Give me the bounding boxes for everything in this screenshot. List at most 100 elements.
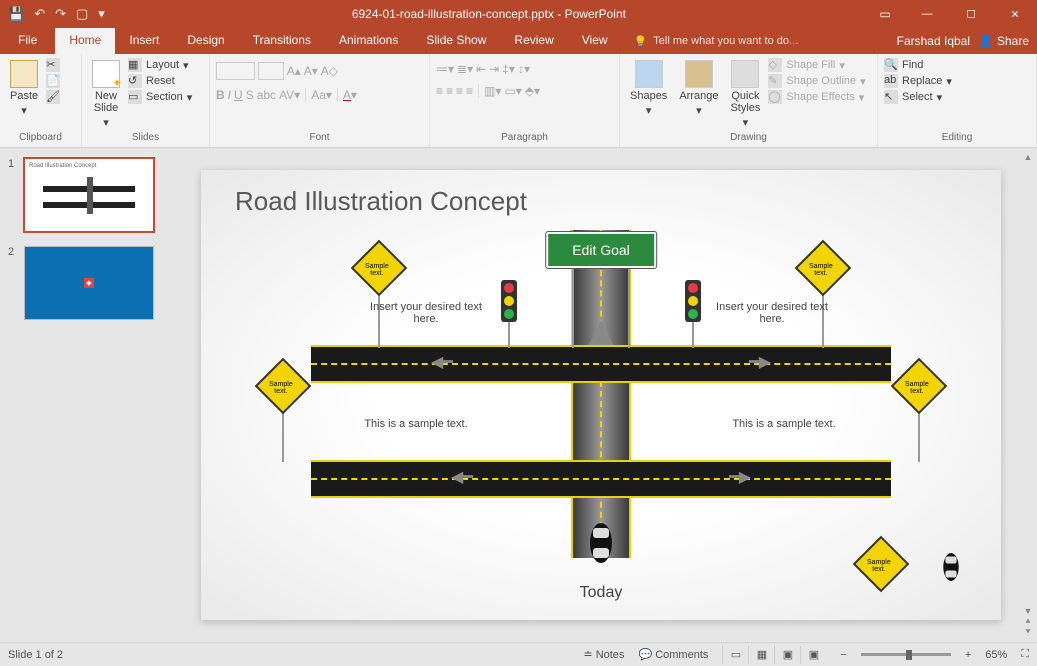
user-name[interactable]: Farshad Iqbal bbox=[897, 34, 970, 48]
tell-me-search[interactable]: 💡 Tell me what you want to do... bbox=[622, 28, 889, 54]
section-button[interactable]: ▭Section▾ bbox=[128, 90, 192, 104]
layout-button[interactable]: ▦Layout▾ bbox=[128, 58, 192, 72]
increase-font-icon[interactable]: A▴ bbox=[287, 64, 301, 78]
align-center-button[interactable]: ≡ bbox=[446, 84, 453, 98]
maximize-button[interactable]: ☐ bbox=[949, 8, 993, 21]
diamond-sign-mid-right[interactable]: Sample text. bbox=[891, 358, 948, 415]
font-color-button[interactable]: A▾ bbox=[343, 88, 357, 102]
justify-button[interactable]: ≡ bbox=[466, 84, 473, 98]
notes-button[interactable]: ≐ Notes bbox=[583, 648, 624, 661]
numbering-button[interactable]: ≣▾ bbox=[457, 62, 473, 76]
car-main[interactable] bbox=[587, 520, 615, 566]
save-icon[interactable]: 💾 bbox=[8, 6, 24, 22]
bullets-button[interactable]: ≔▾ bbox=[436, 62, 454, 76]
font-size-dropdown[interactable] bbox=[258, 62, 283, 80]
slide-thumbnail-1[interactable]: Road Illustration Concept bbox=[24, 158, 154, 232]
tab-review[interactable]: Review bbox=[500, 28, 567, 54]
decrease-font-icon[interactable]: A▾ bbox=[304, 64, 318, 78]
find-button[interactable]: 🔍Find bbox=[884, 58, 952, 72]
indent-left-button[interactable]: ⇤ bbox=[476, 62, 486, 76]
today-label[interactable]: Today bbox=[580, 584, 623, 602]
comments-button[interactable]: 💬 Comments bbox=[638, 648, 708, 661]
select-button[interactable]: ↖Select▾ bbox=[884, 90, 952, 104]
slide-text-bot-right[interactable]: This is a sample text. bbox=[709, 418, 859, 430]
vertical-scrollbar[interactable]: ▲ ▼ ⯅ ⯆ bbox=[1019, 148, 1037, 642]
new-slide-button[interactable]: ✦ New Slide▾ bbox=[88, 58, 124, 131]
goal-sign[interactable]: Edit Goal bbox=[546, 232, 656, 268]
redo-icon[interactable]: ↷ bbox=[55, 6, 66, 22]
spacing-button[interactable]: AV▾ bbox=[279, 88, 300, 102]
clear-format-icon[interactable]: A◇ bbox=[321, 64, 338, 78]
copy-button[interactable]: 📄 bbox=[46, 74, 60, 88]
tab-design[interactable]: Design bbox=[173, 28, 238, 54]
minimize-button[interactable]: — bbox=[905, 8, 949, 21]
diamond-sign-mid-left[interactable]: Sample text. bbox=[255, 358, 312, 415]
reading-view-button[interactable]: ▣ bbox=[774, 646, 800, 664]
italic-button[interactable]: I bbox=[228, 88, 231, 102]
undo-icon[interactable]: ↶ bbox=[34, 6, 45, 22]
road-lower[interactable] bbox=[311, 460, 891, 498]
slide-canvas[interactable]: Road Illustration Concept ◀━ ━▶ ◀━ ━▶ Ed… bbox=[201, 170, 1001, 620]
zoom-in-button[interactable]: + bbox=[965, 649, 971, 661]
reset-button[interactable]: ↺Reset bbox=[128, 74, 192, 88]
smartart-button[interactable]: ⬘▾ bbox=[525, 84, 540, 98]
zoom-slider[interactable] bbox=[861, 653, 951, 656]
qat-dropdown-icon[interactable]: ▾ bbox=[98, 6, 105, 22]
tab-insert[interactable]: Insert bbox=[115, 28, 173, 54]
align-left-button[interactable]: ≡ bbox=[436, 84, 443, 98]
car-legend[interactable] bbox=[941, 551, 961, 583]
arrange-button[interactable]: Arrange▾ bbox=[675, 58, 722, 119]
prev-slide-icon[interactable]: ⯅ bbox=[1024, 616, 1031, 627]
normal-view-button[interactable]: ▭ bbox=[722, 646, 748, 664]
line-spacing-button[interactable]: ‡▾ bbox=[502, 62, 515, 76]
slide-text-top-right[interactable]: Insert your desired text here. bbox=[707, 301, 837, 325]
zoom-level[interactable]: 65% bbox=[985, 649, 1007, 661]
tab-view[interactable]: View bbox=[568, 28, 622, 54]
align-right-button[interactable]: ≡ bbox=[456, 84, 463, 98]
shapes-button[interactable]: Shapes▾ bbox=[626, 58, 671, 119]
diamond-sign-top-right[interactable]: Sample text. bbox=[795, 240, 852, 297]
road-upper[interactable] bbox=[311, 345, 891, 383]
road-vertical[interactable] bbox=[571, 230, 631, 558]
format-painter-button[interactable]: 🖌 bbox=[46, 90, 60, 104]
slide-title[interactable]: Road Illustration Concept bbox=[235, 186, 527, 217]
shadow-button[interactable]: abc bbox=[257, 88, 276, 102]
close-button[interactable]: ✕ bbox=[993, 8, 1037, 21]
fit-to-window-button[interactable]: ⛶ bbox=[1021, 648, 1029, 661]
slide-text-top-left[interactable]: Insert your desired text here. bbox=[361, 301, 491, 325]
shape-outline-button[interactable]: ✎Shape Outline▾ bbox=[768, 74, 865, 88]
underline-button[interactable]: U bbox=[234, 88, 243, 102]
align-text-button[interactable]: ▭▾ bbox=[504, 84, 521, 98]
replace-button[interactable]: abReplace▾ bbox=[884, 74, 952, 88]
shape-fill-button[interactable]: ◇Shape Fill▾ bbox=[768, 58, 865, 72]
bold-button[interactable]: B bbox=[216, 88, 225, 102]
tab-animations[interactable]: Animations bbox=[325, 28, 412, 54]
scroll-up-icon[interactable]: ▲ bbox=[1024, 152, 1033, 162]
text-direction-button[interactable]: ↕▾ bbox=[518, 62, 530, 76]
indent-right-button[interactable]: ⇥ bbox=[489, 62, 499, 76]
diamond-sign-top-left[interactable]: Sample text. bbox=[351, 240, 408, 297]
zoom-out-button[interactable]: − bbox=[840, 649, 846, 661]
tab-home[interactable]: Home bbox=[55, 28, 115, 54]
next-slide-icon[interactable]: ⯆ bbox=[1024, 627, 1031, 638]
sorter-view-button[interactable]: ▦ bbox=[748, 646, 774, 664]
strike-button[interactable]: S bbox=[246, 88, 254, 102]
quick-styles-button[interactable]: Quick Styles▾ bbox=[726, 58, 764, 131]
shape-effects-button[interactable]: ◯Shape Effects▾ bbox=[768, 90, 865, 104]
tab-file[interactable]: File bbox=[0, 28, 55, 54]
tab-transitions[interactable]: Transitions bbox=[239, 28, 325, 54]
cut-button[interactable]: ✂ bbox=[46, 58, 60, 72]
font-family-dropdown[interactable] bbox=[216, 62, 255, 80]
tab-slideshow[interactable]: Slide Show bbox=[412, 28, 500, 54]
slide-thumbnail-2[interactable]: ◆ bbox=[24, 246, 154, 320]
case-button[interactable]: Aa▾ bbox=[311, 88, 332, 102]
traffic-light-left[interactable] bbox=[501, 280, 517, 322]
slide-thumbnails-panel[interactable]: 1 Road Illustration Concept 2 ◆ bbox=[0, 148, 165, 642]
slide-text-bot-left[interactable]: This is a sample text. bbox=[341, 418, 491, 430]
columns-button[interactable]: ▥▾ bbox=[484, 84, 501, 98]
start-slideshow-icon[interactable]: ▢ bbox=[76, 6, 88, 22]
ribbon-options-icon[interactable]: ▭ bbox=[865, 7, 905, 21]
paste-button[interactable]: Paste▾ bbox=[6, 58, 42, 119]
diamond-sign-legend[interactable]: Sample text. bbox=[853, 536, 910, 593]
slideshow-view-button[interactable]: ▣ bbox=[800, 646, 826, 664]
